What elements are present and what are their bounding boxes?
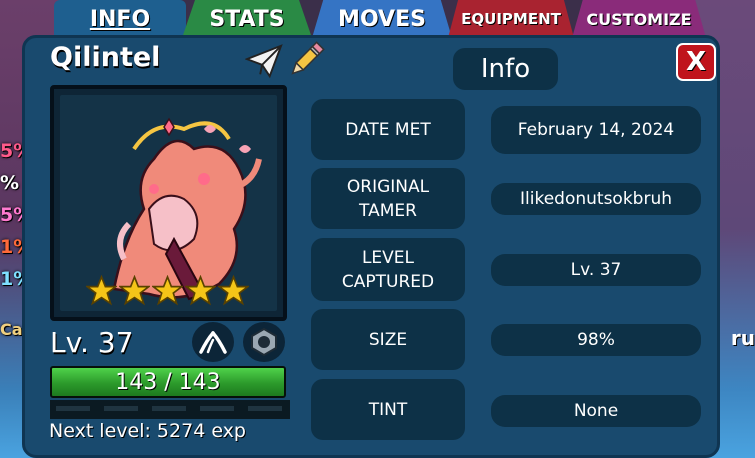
creature-name: Qilintel	[50, 42, 161, 73]
star-icon	[218, 275, 249, 306]
hp-text: 143 / 143	[115, 369, 221, 395]
background-text-right: ru	[730, 326, 755, 350]
value-size: 98%	[491, 324, 701, 356]
value-original-tamer: Ilikedonutsokbruh	[491, 183, 701, 215]
tab-moves[interactable]: MOVES	[312, 0, 452, 38]
value-tint: None	[491, 395, 701, 427]
label-original-tamer: ORIGINAL TAMER	[311, 168, 465, 229]
element-icon-button[interactable]	[243, 322, 285, 362]
label-tint: TINT	[311, 379, 465, 440]
tab-info[interactable]: INFO	[54, 0, 186, 38]
star-icon	[119, 275, 150, 306]
star-icon	[86, 275, 117, 306]
tab-equipment[interactable]: EQUIPMENT	[448, 0, 574, 38]
panel-title: Info	[453, 48, 558, 90]
hp-bar: 143 / 143	[50, 366, 286, 398]
label-size: SIZE	[311, 309, 465, 370]
label-level-captured: LEVEL CAPTURED	[311, 238, 465, 301]
value-date-met: February 14, 2024	[491, 106, 701, 154]
claw-type-icon	[199, 331, 227, 354]
shield-type-icon	[251, 327, 277, 357]
paper-plane-icon[interactable]	[245, 43, 283, 79]
close-button[interactable]: X	[676, 43, 716, 81]
xp-bar	[50, 400, 290, 419]
creature-level: Lv. 37	[50, 326, 134, 359]
star-rating	[86, 275, 249, 306]
pencil-icon[interactable]	[286, 40, 326, 80]
tab-stats[interactable]: STATS	[182, 0, 312, 38]
label-date-met: DATE MET	[311, 99, 465, 160]
next-level-text: Next level: 5274 exp	[49, 420, 246, 442]
star-icon	[185, 275, 216, 306]
value-level-captured: Lv. 37	[491, 254, 701, 286]
star-icon	[152, 275, 183, 306]
background-percent-text: %	[0, 172, 20, 194]
type-icon-button[interactable]	[192, 322, 234, 362]
tab-customize[interactable]: CUSTOMIZE	[572, 0, 706, 38]
background-text-left: Ca	[0, 320, 23, 339]
